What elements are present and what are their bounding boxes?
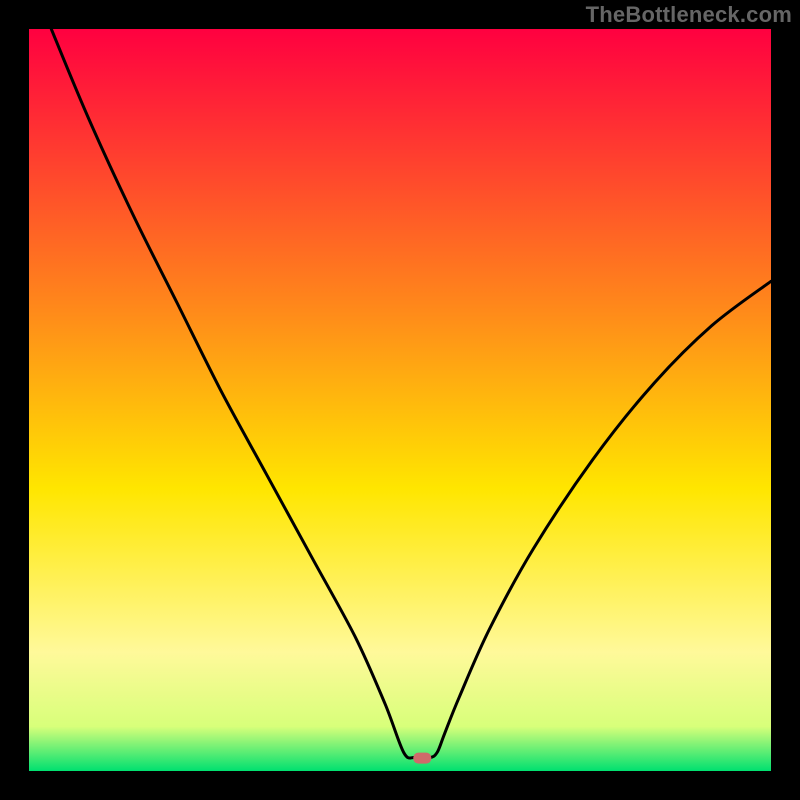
gradient-background xyxy=(29,29,771,771)
bottleneck-chart xyxy=(29,29,771,771)
watermark-text: TheBottleneck.com xyxy=(586,2,792,28)
plot-area xyxy=(29,29,771,771)
optimum-marker xyxy=(413,753,431,764)
chart-frame: TheBottleneck.com xyxy=(0,0,800,800)
